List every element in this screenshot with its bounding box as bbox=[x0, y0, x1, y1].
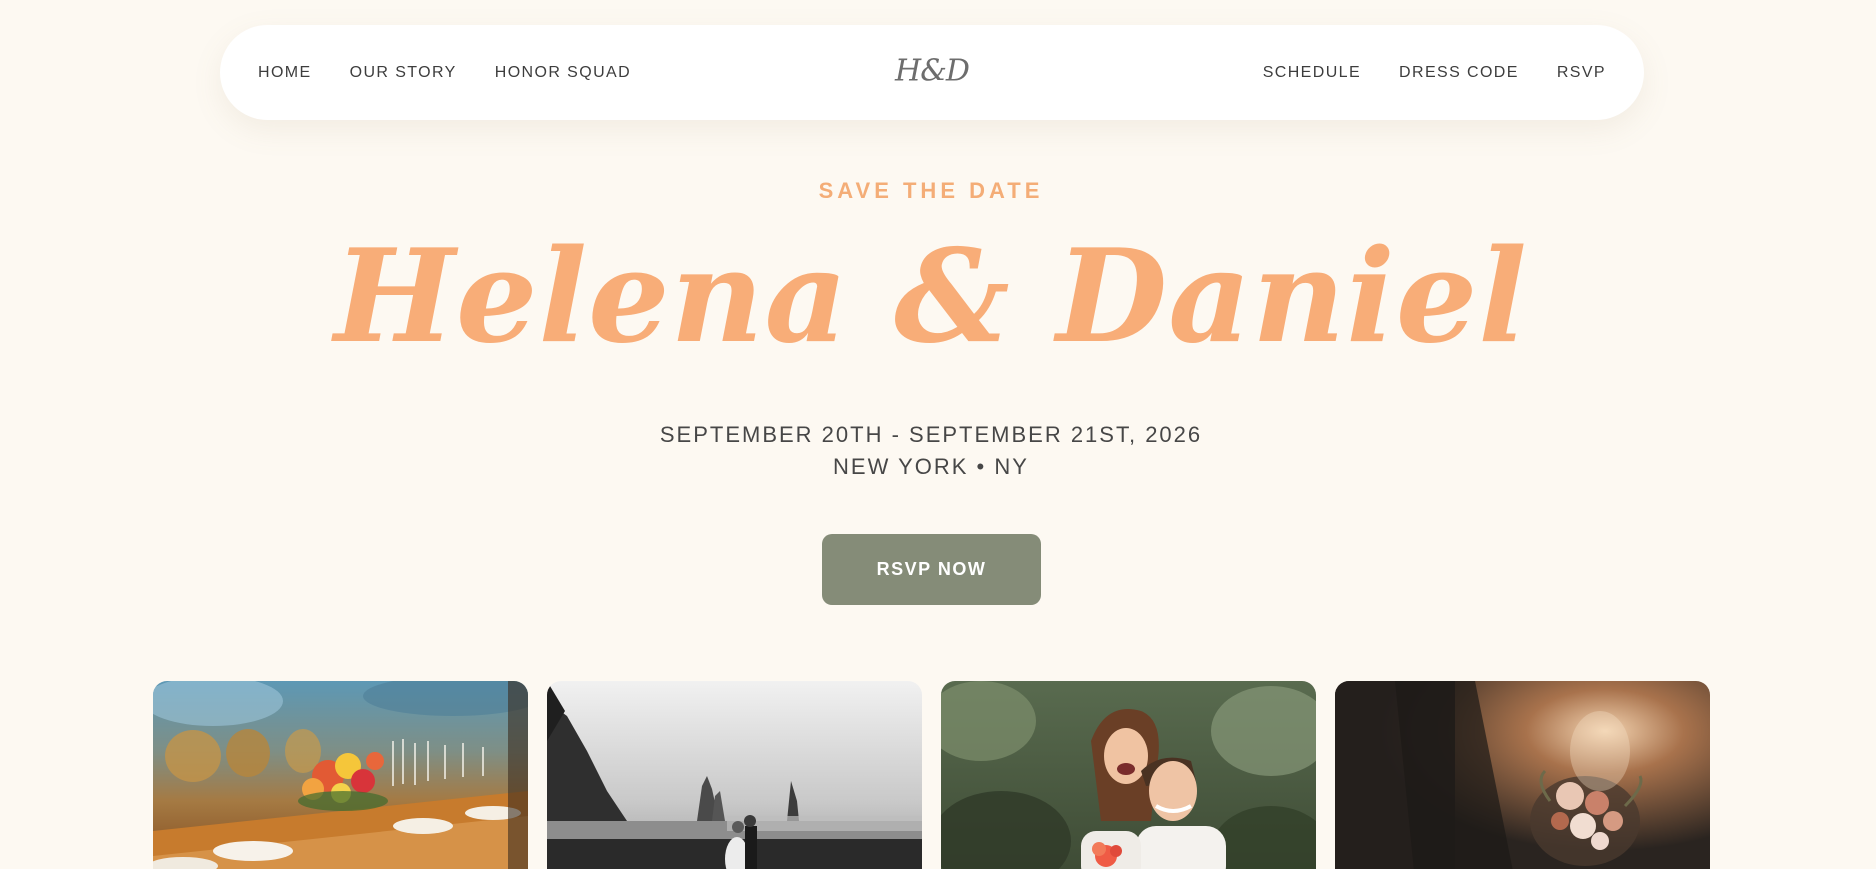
nav-link-schedule[interactable]: SCHEDULE bbox=[1263, 64, 1361, 82]
main-navbar: HOME OUR STORY HONOR SQUAD H&D SCHEDULE … bbox=[220, 25, 1644, 120]
event-location: NEW YORK • NY bbox=[833, 454, 1029, 479]
nav-left-group: HOME OUR STORY HONOR SQUAD bbox=[258, 64, 631, 82]
save-the-date-label: SAVE THE DATE bbox=[818, 178, 1044, 203]
event-dates: SEPTEMBER 20TH - SEPTEMBER 21ST, 2026 bbox=[659, 422, 1203, 447]
rsvp-now-button[interactable]: RSVP NOW bbox=[822, 534, 1041, 605]
nav-link-dress-code[interactable]: DRESS CODE bbox=[1399, 64, 1519, 82]
bouquet-photo bbox=[1335, 681, 1710, 869]
photo-gallery bbox=[153, 681, 1711, 869]
wedding-page: HOME OUR STORY HONOR SQUAD H&D SCHEDULE … bbox=[0, 0, 1876, 869]
nav-link-rsvp[interactable]: RSVP bbox=[1557, 64, 1606, 82]
couple-names-heading: Helena & Daniel bbox=[334, 222, 1528, 372]
nav-link-our-story[interactable]: OUR STORY bbox=[350, 64, 457, 82]
beach-couple-photo bbox=[547, 681, 922, 869]
piggyback-couple-photo bbox=[941, 681, 1316, 869]
nav-right-group: SCHEDULE DRESS CODE RSVP bbox=[1263, 64, 1606, 82]
reception-table-photo bbox=[153, 681, 528, 869]
nav-link-home[interactable]: HOME bbox=[258, 64, 312, 82]
brand-logo[interactable]: H&D bbox=[895, 53, 970, 88]
nav-link-honor-squad[interactable]: HONOR SQUAD bbox=[495, 64, 631, 82]
